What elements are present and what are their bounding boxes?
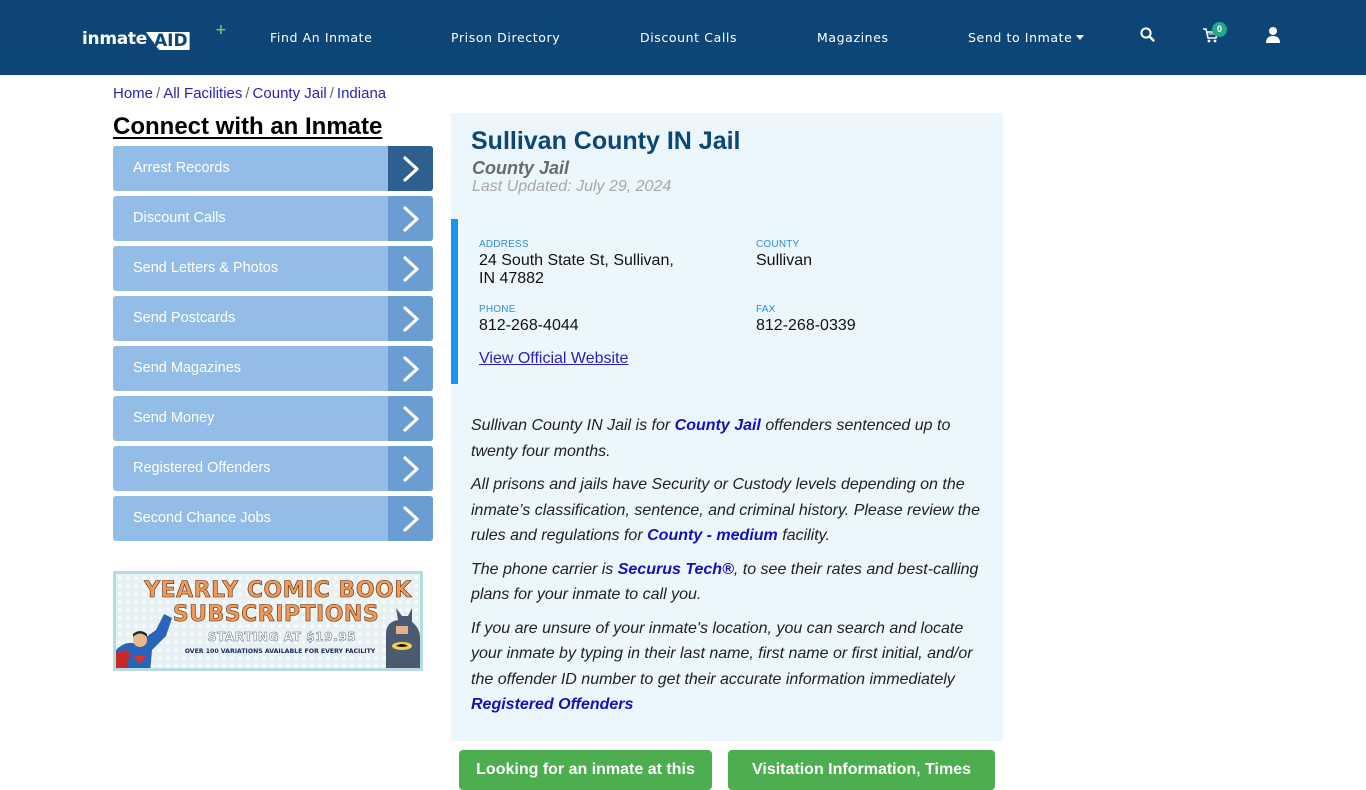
sidebar-item-send-magazines[interactable]: Send Magazines bbox=[113, 346, 433, 391]
sidebar-item-label: Arrest Records bbox=[133, 160, 230, 176]
facility-description: Sullivan County IN Jail is for County Ja… bbox=[471, 413, 991, 726]
sidebar-item-send-postcards[interactable]: Send Postcards bbox=[113, 296, 433, 341]
sidebar-item-label: Send Postcards bbox=[133, 310, 236, 326]
sidebar-item-registered-offenders[interactable]: Registered Offenders bbox=[113, 446, 433, 491]
ad-headline-line2: SUBSCRIPTIONS bbox=[172, 602, 380, 628]
sidebar-title: Connect with an Inmate bbox=[113, 113, 383, 140]
county-value: Sullivan bbox=[756, 252, 813, 269]
chevron-right-icon bbox=[388, 446, 433, 491]
facility-panel: Sullivan County IN Jail County Jail Last… bbox=[451, 113, 1003, 741]
description-text: facility. bbox=[777, 527, 830, 544]
sidebar-item-arrest-records[interactable]: Arrest Records bbox=[113, 146, 433, 191]
nav-discount-calls[interactable]: Discount Calls bbox=[640, 30, 737, 45]
site-header: inmate AID + Find An Inmate Prison Direc… bbox=[0, 0, 1366, 75]
search-icon[interactable] bbox=[1139, 26, 1161, 48]
breadcrumb-county-jail[interactable]: County Jail bbox=[253, 85, 327, 102]
breadcrumb-separator: / bbox=[156, 85, 161, 102]
sidebar-item-label: Send Magazines bbox=[133, 360, 242, 376]
chevron-right-icon bbox=[388, 396, 433, 441]
nav-send-to-inmate-label: Send to Inmate bbox=[968, 30, 1073, 45]
logo-text-inmate: inmate bbox=[82, 29, 147, 49]
sidebar-menu: Arrest Records Discount Calls Send Lette… bbox=[113, 146, 433, 546]
sidebar-item-label: Send Money bbox=[133, 410, 215, 426]
description-paragraph-2: All prisons and jails have Security or C… bbox=[471, 472, 991, 549]
fax-label: FAX bbox=[756, 304, 776, 315]
registered-offenders-link[interactable]: Registered Offenders bbox=[471, 696, 633, 713]
county-label: COUNTY bbox=[756, 239, 800, 250]
logo-text-aid: AID bbox=[145, 32, 190, 50]
nav-send-to-inmate[interactable]: Send to Inmate bbox=[968, 30, 1085, 45]
caret-down-icon bbox=[1076, 35, 1085, 40]
breadcrumb-home[interactable]: Home bbox=[113, 85, 153, 102]
chevron-right-icon bbox=[388, 296, 433, 341]
nav-prison-directory[interactable]: Prison Directory bbox=[451, 30, 560, 45]
security-level-link[interactable]: County - medium bbox=[647, 527, 778, 544]
description-paragraph-3: The phone carrier is Securus Tech®, to s… bbox=[471, 557, 991, 608]
inmateaid-logo[interactable]: inmate AID + bbox=[82, 22, 227, 50]
cart-count-badge: 0 bbox=[1212, 22, 1227, 37]
ad-headline-line1: YEARLY COMIC BOOK bbox=[144, 578, 412, 604]
facility-info-card: ADDRESS 24 South State St, Sullivan, IN … bbox=[451, 219, 1003, 384]
chevron-right-icon bbox=[388, 346, 433, 391]
sidebar-item-label: Send Letters & Photos bbox=[133, 260, 279, 276]
county-jail-link[interactable]: County Jail bbox=[675, 417, 761, 434]
breadcrumb-all-facilities[interactable]: All Facilities bbox=[163, 85, 242, 102]
chevron-right-icon bbox=[388, 196, 433, 241]
facility-type: County Jail bbox=[472, 158, 570, 178]
description-text: Sullivan County IN Jail is for bbox=[471, 417, 675, 434]
description-paragraph-1: Sullivan County IN Jail is for County Ja… bbox=[471, 413, 991, 464]
sidebar-item-send-money[interactable]: Send Money bbox=[113, 396, 433, 441]
chevron-right-icon bbox=[388, 246, 433, 291]
nav-magazines[interactable]: Magazines bbox=[817, 30, 889, 45]
fax-value: 812-268-0339 bbox=[756, 317, 856, 334]
address-line2: IN 47882 bbox=[479, 270, 544, 287]
chevron-right-icon bbox=[388, 146, 433, 191]
breadcrumb: Home / All Facilities / County Jail / Indiana bbox=[113, 85, 386, 102]
last-updated: Last Updated: July 29, 2024 bbox=[472, 178, 672, 195]
phone-label: PHONE bbox=[479, 304, 516, 315]
chevron-right-icon bbox=[388, 496, 433, 541]
sidebar-item-label: Discount Calls bbox=[133, 210, 226, 226]
description-text: If you are unsure of your inmate's locat… bbox=[471, 619, 973, 688]
visitation-info-button[interactable]: Visitation Information, Times bbox=[728, 750, 995, 790]
ad-tagline: OVER 100 VARIATIONS AVAILABLE FOR EVERY … bbox=[184, 648, 376, 655]
ad-price-text: STARTING AT $19.95 bbox=[207, 630, 357, 645]
sidebar-item-label: Registered Offenders bbox=[133, 460, 271, 476]
phone-value: 812-268-4044 bbox=[479, 317, 579, 334]
logo-plus-icon: + bbox=[215, 22, 227, 38]
comic-subscription-ad-banner[interactable]: YEARLY COMIC BOOK SUBSCRIPTIONS STARTING… bbox=[113, 571, 423, 671]
sidebar-item-send-letters-photos[interactable]: Send Letters & Photos bbox=[113, 246, 433, 291]
user-icon[interactable] bbox=[1265, 26, 1287, 48]
breadcrumb-indiana[interactable]: Indiana bbox=[337, 85, 386, 102]
breadcrumb-separator: / bbox=[245, 85, 250, 102]
address-label: ADDRESS bbox=[479, 239, 529, 250]
facility-title: Sullivan County IN Jail bbox=[471, 127, 741, 155]
view-official-website-link[interactable]: View Official Website bbox=[479, 350, 628, 368]
description-paragraph-4: If you are unsure of your inmate's locat… bbox=[471, 616, 991, 718]
sidebar-item-label: Second Chance Jobs bbox=[133, 510, 271, 526]
locate-inmate-button[interactable]: Looking for an inmate at this bbox=[459, 750, 712, 790]
nav-find-an-inmate[interactable]: Find An Inmate bbox=[270, 30, 372, 45]
breadcrumb-separator: / bbox=[329, 85, 334, 102]
description-text: The phone carrier is bbox=[471, 560, 618, 578]
address-line1: 24 South State St, Sullivan, bbox=[479, 252, 674, 269]
sidebar-item-second-chance-jobs[interactable]: Second Chance Jobs bbox=[113, 496, 433, 541]
sidebar-item-discount-calls[interactable]: Discount Calls bbox=[113, 196, 433, 241]
phone-carrier-link[interactable]: Securus Tech® bbox=[618, 561, 734, 578]
